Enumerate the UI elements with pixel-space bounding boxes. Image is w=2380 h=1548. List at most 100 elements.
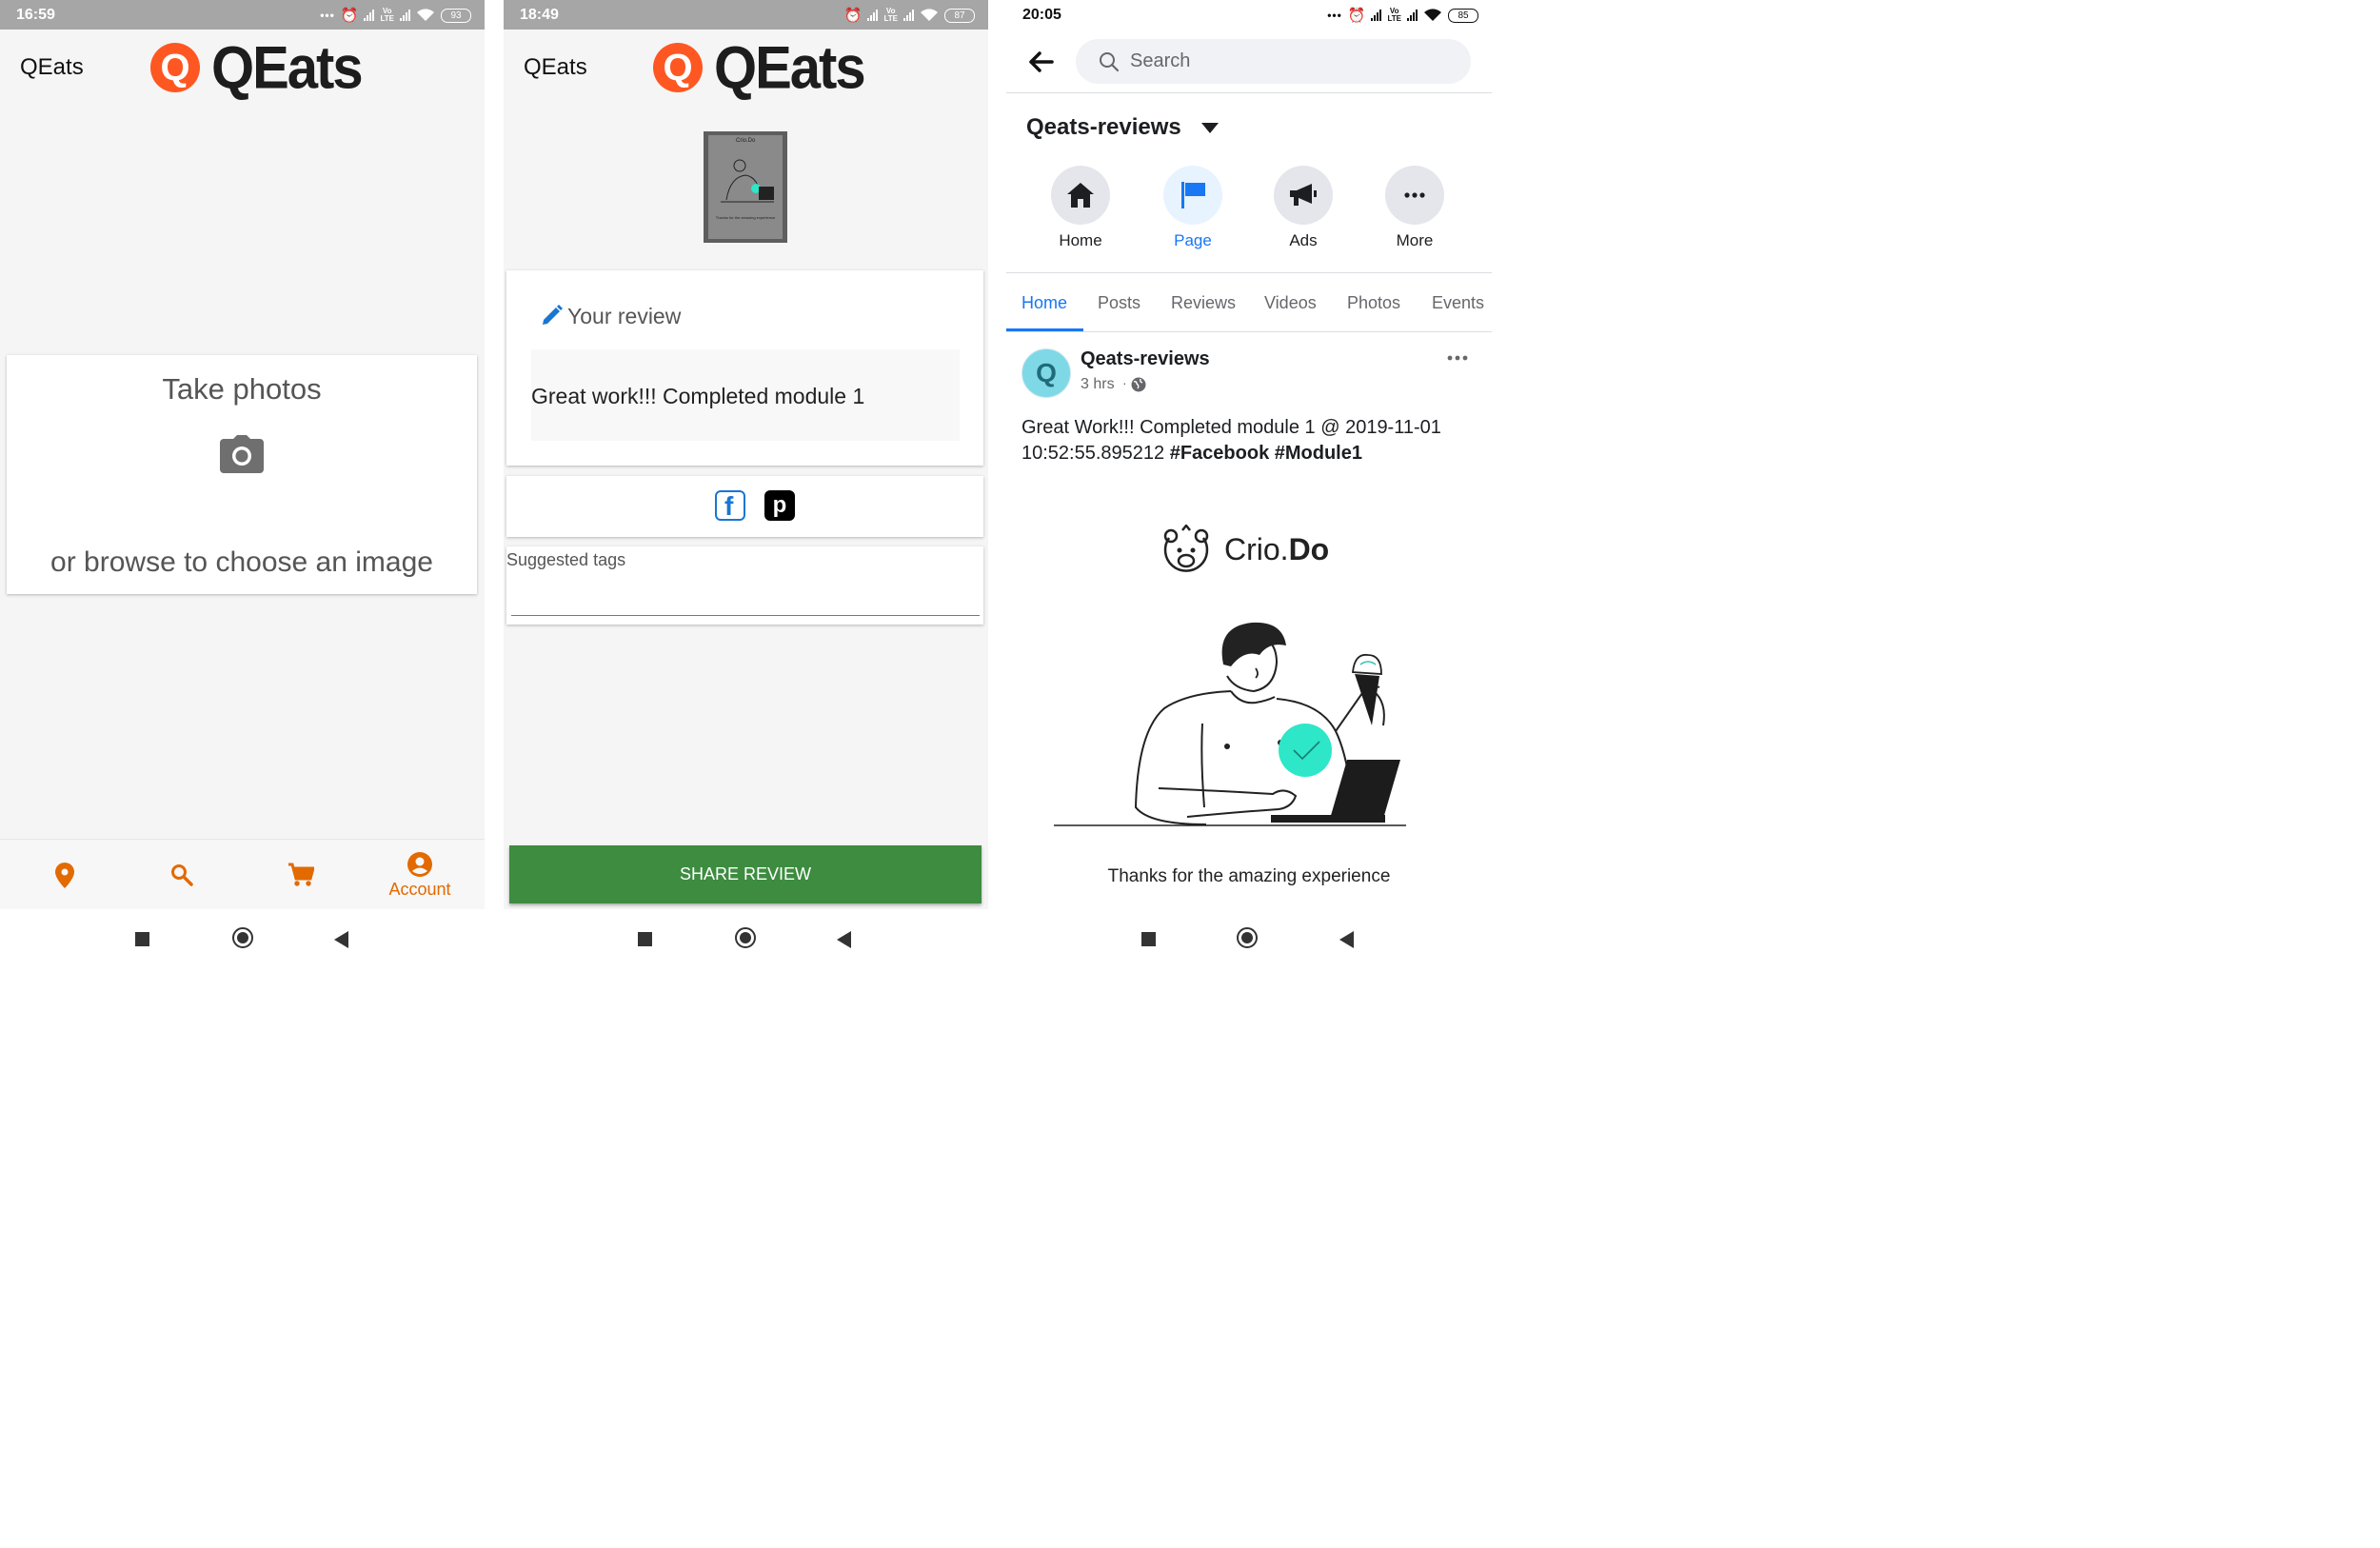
hashtag-module1[interactable]: #Module1 [1275,443,1362,464]
review-text-field[interactable]: Great work!!! Completed module 1 [531,349,960,441]
action-home[interactable]: Home [1051,166,1112,250]
image-brand: Crio.Do [1224,532,1329,567]
flag-icon [1181,182,1205,208]
search-bar[interactable]: Search [1076,39,1471,84]
tab-home[interactable]: Home [1021,293,1067,313]
image-brand-bold: Do [1288,532,1330,566]
wifi-icon [921,9,938,21]
status-bar: 20:05 ••• ⏰ Vo LTE 85 [1006,0,1492,30]
status-bar: 18:49 ⏰ Vo LTE 87 [504,0,988,30]
recent-apps-button[interactable] [1141,932,1156,946]
page-name-dropdown[interactable]: Qeats-reviews [1026,114,1219,143]
search-icon [1100,52,1120,72]
battery-icon: 85 [1448,8,1478,23]
caret-down-icon [1201,123,1219,133]
person-with-laptop-illustration [1054,622,1406,826]
post-time: 3 hrs [1081,376,1115,392]
action-home-label: Home [1059,231,1102,249]
suggested-tags-card: Suggested tags [506,546,983,625]
share-review-label: SHARE REVIEW [679,864,812,883]
battery-icon: 87 [944,8,975,23]
bottom-navigation: Account [0,839,485,910]
home-button[interactable] [1237,927,1258,948]
nav-search[interactable] [155,840,208,910]
post-options-icon[interactable] [1447,355,1468,361]
post-avatar[interactable]: Q [1021,348,1071,398]
home-button[interactable] [232,927,253,948]
app-title: QEats [20,54,84,80]
ellipsis-icon [1404,192,1425,198]
camera-icon[interactable] [220,435,264,473]
image-caption: Thanks for the amazing experience [1107,866,1391,886]
back-button[interactable] [334,931,348,948]
status-time: 18:49 [520,7,559,23]
status-icons: ⏰ Vo LTE 87 [844,6,975,25]
action-home-circle [1051,166,1110,225]
account-circle-icon [407,851,432,877]
qeats-upload-screen: 16:59 ••• ⏰ Vo LTE 93 QEats Q QEats Take … [0,0,485,970]
back-button[interactable] [837,931,851,948]
divider [1006,331,1492,332]
action-more-label: More [1396,231,1434,249]
action-more[interactable]: More [1385,166,1446,250]
browse-image-link[interactable]: or browse to choose an image [7,546,477,579]
recent-apps-button[interactable] [135,932,149,946]
page-name: Qeats-reviews [1026,114,1181,140]
image-brand-light: Crio. [1224,532,1289,566]
system-nav-bar [1006,909,1492,970]
status-time: 16:59 [16,7,55,23]
photo-thumbnail[interactable]: Crio.Do Thanks for the amazing experienc… [704,131,787,243]
suggested-tags-label: Suggested tags [506,550,626,569]
avatar-letter: Q [1036,358,1057,387]
dot-separator: · [1122,375,1127,390]
tab-posts[interactable]: Posts [1098,293,1140,313]
battery-icon: 93 [441,8,471,23]
review-heading: Your review [567,304,682,328]
megaphone-icon [1290,184,1317,206]
status-time: 20:05 [1022,7,1061,23]
tab-photos[interactable]: Photos [1347,293,1400,313]
signal-icon [400,10,410,21]
recent-apps-button[interactable] [638,932,652,946]
status-bar: 16:59 ••• ⏰ Vo LTE 93 [0,0,485,30]
photo-upload-card[interactable]: Take photos or browse to choose an image [7,355,477,594]
thumbnail-illustration [721,159,774,203]
take-photos-label: Take photos [162,372,322,406]
action-page[interactable]: Page [1163,166,1224,250]
tab-videos[interactable]: Videos [1264,293,1317,313]
system-nav-bar [504,909,988,970]
volte-icon: Vo LTE [883,7,898,23]
pinterest-icon: p [772,492,787,518]
back-button[interactable] [1339,931,1354,948]
nav-account[interactable]: Account [376,840,464,910]
post-text-line1: Great Work!!! Completed module 1 @ 2019-… [1021,417,1441,438]
logo-wordmark: QEats [211,33,364,102]
facebook-share-button[interactable]: f [715,490,745,521]
logo-mark: Q [150,43,200,92]
status-icons: ••• ⏰ Vo LTE 85 [1327,6,1478,25]
nav-cart[interactable] [274,840,327,910]
pinterest-share-button[interactable]: p [764,490,795,521]
nav-location[interactable] [38,840,91,910]
post-author[interactable]: Qeats-reviews [1081,348,1210,370]
wifi-icon [1424,9,1441,21]
tab-events[interactable]: Events [1432,293,1484,313]
review-card: Your review Great work!!! Completed modu… [506,270,983,466]
volte-icon: Vo LTE [1387,7,1401,23]
suggested-tags-input[interactable] [511,575,980,616]
action-ads[interactable]: Ads [1274,166,1335,250]
wifi-icon [417,9,434,21]
qeats-review-screen: 18:49 ⏰ Vo LTE 87 QEats Q QEats Crio.Do T… [504,0,988,970]
hashtag-facebook[interactable]: #Facebook [1170,443,1269,464]
tab-reviews[interactable]: Reviews [1171,293,1236,313]
thumbnail-brand: Crio.Do [736,138,756,144]
search-placeholder: Search [1130,50,1191,71]
app-header: QEats Q QEats [504,30,988,106]
post-image[interactable]: Crio.Do Thanks for the amazing experienc… [1006,479,1492,909]
volte-icon: Vo LTE [380,7,394,23]
nav-account-label: Account [388,879,451,899]
home-button[interactable] [735,927,756,948]
share-review-button[interactable]: SHARE REVIEW [509,845,982,903]
back-arrow-icon[interactable] [1029,51,1054,72]
more-dots-icon: ••• [320,9,335,22]
